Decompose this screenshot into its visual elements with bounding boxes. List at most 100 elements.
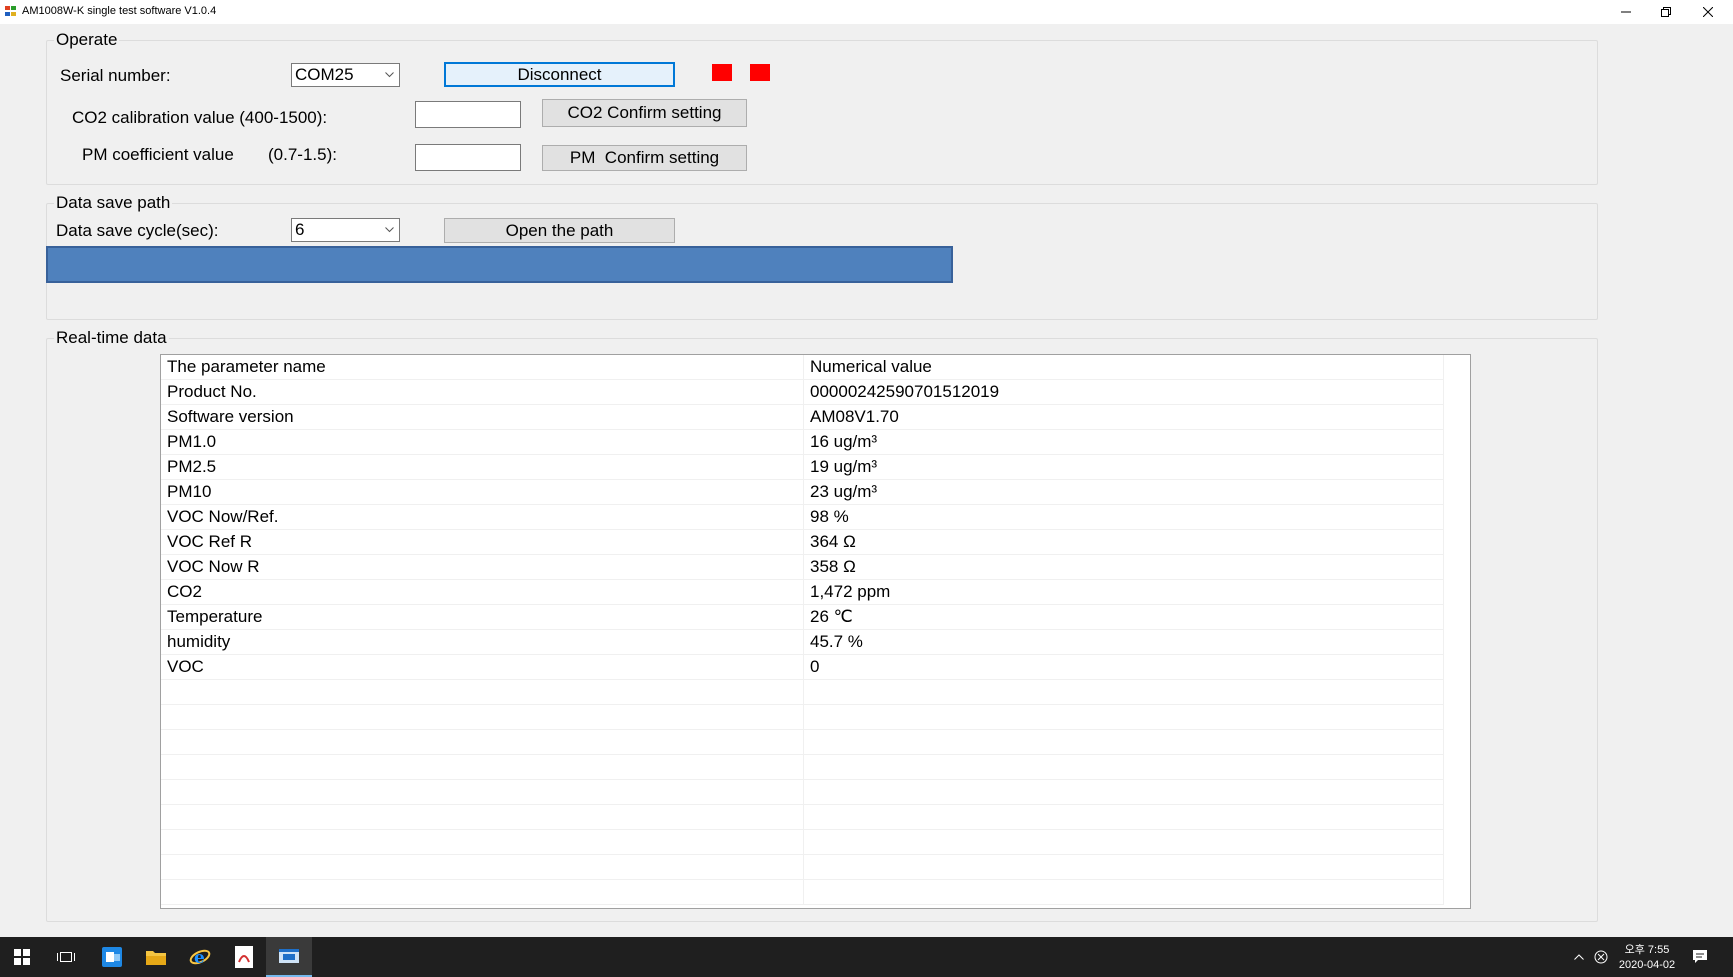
numerical-value-cell: 358 Ω — [803, 554, 1444, 580]
table-row — [161, 879, 1444, 905]
table-row — [161, 704, 1444, 730]
minimize-button[interactable] — [1606, 0, 1646, 24]
numerical-value-cell: 0 — [803, 654, 1444, 680]
pdf-icon — [235, 946, 253, 968]
table-row: PM10 23 ug/m³ — [161, 479, 1444, 505]
parameter-name-cell: PM1.0 — [161, 429, 804, 455]
pm-coefficient-input[interactable] — [415, 144, 521, 171]
pm-confirm-button[interactable]: PM Confirm setting — [542, 145, 747, 171]
windows-start-icon — [14, 949, 30, 965]
network-disconnected-icon — [1594, 950, 1608, 964]
table-row — [161, 729, 1444, 755]
table-row: PM2.5 19 ug/m³ — [161, 454, 1444, 480]
parameter-name-cell — [161, 704, 804, 730]
data-save-path-title: Data save path — [54, 193, 173, 213]
serial-number-label: Serial number: — [60, 66, 171, 85]
numerical-value-cell — [803, 779, 1444, 805]
realtime-data-title: Real-time data — [54, 328, 169, 348]
numerical-value-cell: AM08V1.70 — [803, 404, 1444, 430]
parameter-name-cell: VOC Now/Ref. — [161, 504, 804, 530]
task-view-button[interactable] — [44, 937, 88, 977]
parameter-name-cell: VOC — [161, 654, 804, 680]
numerical-value-cell: 98 % — [803, 504, 1444, 530]
table-row — [161, 779, 1444, 805]
outlook-button[interactable] — [90, 937, 134, 977]
parameter-name-cell: VOC Now R — [161, 554, 804, 580]
table-row: Product No. 00000242590701512019 — [161, 379, 1444, 405]
internet-explorer-icon: e — [189, 948, 211, 968]
status-indicator-1 — [712, 64, 732, 81]
outlook-icon — [102, 947, 122, 967]
taskbar-time[interactable]: 오후 7:55 — [1612, 941, 1682, 957]
serial-number-value: COM25 — [295, 65, 354, 84]
chevron-down-icon — [385, 227, 394, 233]
parameter-name-cell: Temperature — [161, 604, 804, 630]
svg-text:e: e — [194, 948, 205, 968]
data-save-cycle-label: Data save cycle(sec): — [56, 221, 219, 240]
numerical-value-header: Numerical value — [803, 355, 1444, 380]
realtime-data-table: The parameter name Numerical value Product… — [160, 354, 1471, 909]
parameter-name-cell: PM10 — [161, 479, 804, 505]
close-icon — [1703, 7, 1713, 17]
parameter-name-cell: Software version — [161, 404, 804, 430]
pdf-button[interactable] — [222, 937, 266, 977]
table-row: VOC 0 — [161, 654, 1444, 680]
notification-icon — [1693, 950, 1707, 963]
save-path-display — [46, 246, 953, 283]
parameter-name-cell: Product No. — [161, 379, 804, 405]
numerical-value-cell — [803, 679, 1444, 705]
parameter-name-cell — [161, 804, 804, 830]
file-explorer-button[interactable] — [134, 937, 178, 977]
app-icon — [5, 6, 17, 17]
parameter-name-cell — [161, 754, 804, 780]
table-row — [161, 679, 1444, 705]
table-row: VOC Now R 358 Ω — [161, 554, 1444, 580]
parameter-name-cell — [161, 854, 804, 880]
parameter-name-cell — [161, 729, 804, 755]
pm-coefficient-label: PM coefficient value — [82, 145, 234, 164]
parameter-name-cell — [161, 779, 804, 805]
open-path-button[interactable]: Open the path — [444, 218, 675, 243]
table-row — [161, 854, 1444, 880]
disconnect-button[interactable]: Disconnect — [444, 62, 675, 87]
pm-coefficient-range: (0.7-1.5): — [268, 145, 337, 164]
table-row: CO2 1,472 ppm — [161, 579, 1444, 605]
chevron-down-icon — [385, 72, 394, 78]
notifications-button[interactable] — [1680, 937, 1720, 977]
show-hidden-icons-button[interactable] — [1568, 937, 1590, 977]
numerical-value-cell — [803, 879, 1444, 905]
parameter-name-cell: CO2 — [161, 579, 804, 605]
taskbar-date[interactable]: 2020-04-02 — [1612, 959, 1682, 971]
parameter-name-cell — [161, 829, 804, 855]
restore-button[interactable] — [1646, 0, 1686, 24]
numerical-value-cell: 00000242590701512019 — [803, 379, 1444, 405]
co2-calibration-input[interactable] — [415, 101, 521, 128]
file-explorer-icon — [146, 951, 166, 965]
data-save-cycle-select[interactable]: 6 — [291, 218, 400, 242]
numerical-value-cell: 26 ℃ — [803, 604, 1444, 630]
table-row: PM1.0 16 ug/m³ — [161, 429, 1444, 455]
table-row: VOC Ref R 364 Ω — [161, 529, 1444, 555]
serial-number-select[interactable]: COM25 — [291, 63, 400, 87]
app-window-icon — [279, 949, 299, 963]
co2-confirm-button[interactable]: CO2 Confirm setting — [542, 99, 747, 127]
numerical-value-cell: 23 ug/m³ — [803, 479, 1444, 505]
close-button[interactable] — [1688, 0, 1728, 24]
table-row: Software version AM08V1.70 — [161, 404, 1444, 430]
network-status-button[interactable] — [1590, 937, 1612, 977]
internet-explorer-button[interactable]: e — [178, 937, 222, 977]
numerical-value-cell — [803, 704, 1444, 730]
numerical-value-cell — [803, 754, 1444, 780]
parameter-name-cell — [161, 679, 804, 705]
parameter-name-cell — [161, 879, 804, 905]
numerical-value-cell — [803, 854, 1444, 880]
title-bar: AM1008W-K single test software V1.0.4 — [0, 0, 1733, 24]
numerical-value-cell: 16 ug/m³ — [803, 429, 1444, 455]
table-row: humidity 45.7 % — [161, 629, 1444, 655]
numerical-value-cell — [803, 804, 1444, 830]
windows-start-button[interactable] — [0, 937, 44, 977]
data-save-cycle-value: 6 — [295, 220, 305, 239]
numerical-value-cell: 19 ug/m³ — [803, 454, 1444, 480]
numerical-value-cell — [803, 829, 1444, 855]
app-taskbar-button[interactable] — [266, 937, 312, 977]
